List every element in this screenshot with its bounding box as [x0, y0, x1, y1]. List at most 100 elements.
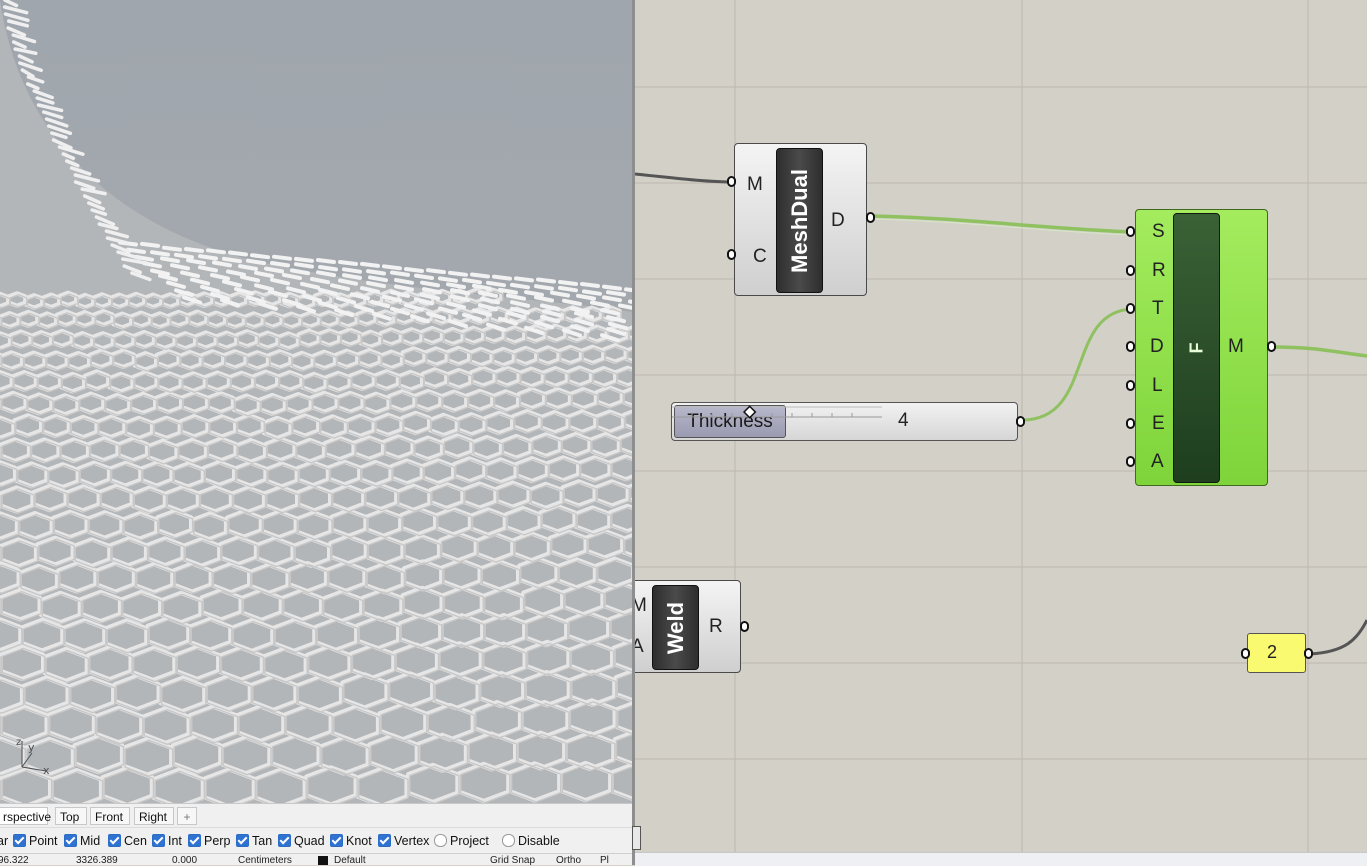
weld-nickname-box: Weld	[652, 585, 699, 670]
axis-z-label: z	[16, 737, 21, 748]
tab-top[interactable]: Top	[55, 807, 87, 825]
meshdual-grip-m[interactable]	[727, 176, 736, 187]
tab-label: Right	[139, 810, 168, 824]
weld-output-r: R	[709, 616, 723, 637]
frame-input-l: L	[1152, 375, 1163, 396]
osnap-tan[interactable]: Tan	[236, 833, 272, 849]
mesh-render	[0, 0, 632, 803]
slider-knob-icon[interactable]	[742, 405, 757, 419]
osnap-project[interactable]: Project	[434, 833, 489, 849]
meshdual-output-d: D	[831, 210, 845, 231]
weld-component[interactable]: M A Weld R	[635, 580, 741, 673]
checkbox-icon[interactable]	[188, 834, 201, 847]
frame-grip-r[interactable]	[1126, 265, 1135, 276]
grasshopper-canvas[interactable]: M C MeshDual D S R T D L E A F M Thickne…	[635, 0, 1367, 865]
status-layer[interactable]: Default	[334, 856, 366, 866]
grasshopper-status-bar	[635, 852, 1367, 866]
meshdual-component[interactable]: M C MeshDual D	[734, 143, 867, 296]
osnap-label: Project	[450, 834, 489, 848]
frame-component[interactable]: S R T D L E A F M	[1135, 209, 1268, 486]
meshdual-grip-d[interactable]	[866, 212, 875, 223]
wire-dual-to-frame	[870, 214, 1133, 234]
meshdual-grip-c[interactable]	[727, 249, 736, 260]
frame-grip-m[interactable]	[1267, 341, 1276, 352]
osnap-ar[interactable]: ar	[0, 833, 8, 849]
frame-grip-s[interactable]	[1126, 226, 1135, 237]
frame-grip-a[interactable]	[1126, 456, 1135, 467]
osnap-knot[interactable]: Knot	[330, 833, 372, 849]
status-ortho[interactable]: Ortho	[556, 856, 581, 866]
panel-grip-out[interactable]	[1304, 648, 1313, 659]
osnap-label: Disable	[518, 834, 560, 848]
slider-grip-output[interactable]	[1016, 416, 1025, 427]
osnap-label: Quad	[294, 834, 325, 848]
checkbox-icon[interactable]	[13, 834, 26, 847]
checkbox-icon[interactable]	[330, 834, 343, 847]
osnap-label: Cen	[124, 834, 147, 848]
panel-value: 2	[1267, 642, 1278, 662]
meshdual-nickname: MeshDual	[786, 168, 812, 273]
checkbox-icon[interactable]	[502, 834, 515, 847]
osnap-int[interactable]: Int	[152, 833, 182, 849]
osnap-label: Knot	[346, 834, 372, 848]
add-tab-button[interactable]: +	[177, 807, 197, 825]
osnap-mid[interactable]: Mid	[64, 833, 100, 849]
osnap-label: ar	[0, 834, 9, 848]
checkbox-icon[interactable]	[108, 834, 121, 847]
wire-panel-output	[1309, 619, 1367, 656]
status-z: 0.000	[172, 855, 198, 866]
osnap-cen[interactable]: Cen	[108, 833, 147, 849]
tab-label: rspective	[3, 810, 52, 824]
tab-front[interactable]: Front	[90, 807, 130, 825]
status-units[interactable]: Centimeters	[238, 856, 292, 866]
frame-grip-l[interactable]	[1126, 380, 1135, 391]
weld-input-a: A	[635, 636, 644, 657]
slider-track[interactable]	[672, 403, 882, 421]
wire-incoming-mesh	[635, 172, 733, 184]
checkbox-icon[interactable]	[378, 834, 391, 847]
plus-icon: +	[183, 810, 191, 824]
osnap-quad[interactable]: Quad	[278, 833, 325, 849]
weld-grip-r[interactable]	[740, 621, 749, 632]
slider-value: 4	[898, 410, 909, 431]
tab-perspective[interactable]: rspective	[0, 807, 52, 825]
status-gridsnap[interactable]: Grid Snap	[490, 856, 535, 866]
checkbox-icon[interactable]	[434, 834, 447, 847]
axis-x-label: x	[43, 764, 50, 777]
osnap-point[interactable]: Point	[13, 833, 58, 849]
panel-grip-in[interactable]	[1241, 648, 1250, 659]
osnap-vertex[interactable]: Vertex	[378, 833, 429, 849]
canvas-scroll-handle[interactable]	[632, 826, 641, 850]
frame-grip-t[interactable]	[1126, 303, 1135, 314]
wire-highlight	[870, 218, 1133, 236]
frame-grip-e[interactable]	[1126, 418, 1135, 429]
frame-input-t: T	[1152, 298, 1164, 319]
frame-input-r: R	[1152, 260, 1166, 281]
status-planar[interactable]: Pl	[600, 856, 609, 866]
wire-frame-output	[1272, 345, 1367, 358]
osnap-label: Mid	[80, 834, 101, 848]
checkbox-icon[interactable]	[236, 834, 249, 847]
frame-output-m: M	[1228, 336, 1244, 357]
frame-input-e: E	[1152, 413, 1165, 434]
checkbox-icon[interactable]	[152, 834, 165, 847]
weld-input-m: M	[635, 595, 647, 616]
frame-input-a: A	[1151, 451, 1164, 472]
checkbox-icon[interactable]	[278, 834, 291, 847]
meshdual-input-m: M	[747, 174, 763, 195]
status-x: 96.322	[0, 855, 29, 866]
axis-y-label: y	[28, 741, 35, 754]
osnap-label: Perp	[204, 834, 231, 848]
layer-color-swatch	[318, 856, 328, 865]
tab-right[interactable]: Right	[134, 807, 174, 825]
osnap-disable[interactable]: Disable	[502, 833, 560, 849]
osnap-perp[interactable]: Perp	[188, 833, 230, 849]
osnap-label: Vertex	[394, 834, 430, 848]
thickness-slider[interactable]: Thickness 4	[671, 402, 1018, 441]
checkbox-icon[interactable]	[64, 834, 77, 847]
perspective-viewport[interactable]: z y x	[0, 0, 632, 803]
number-panel[interactable]: 2	[1247, 633, 1306, 673]
frame-grip-d[interactable]	[1126, 341, 1135, 352]
status-y: 3326.389	[76, 855, 118, 866]
world-axis-icon: z y x	[16, 737, 50, 777]
